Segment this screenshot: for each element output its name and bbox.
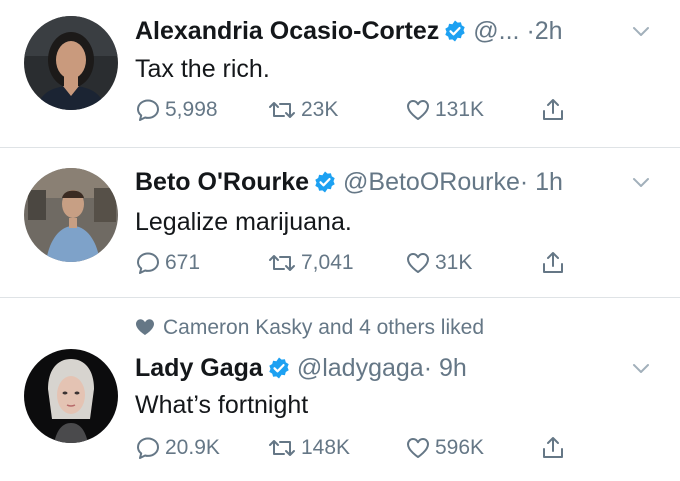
like-icon — [405, 250, 431, 276]
share-button[interactable] — [540, 431, 570, 465]
tweet-text: Legalize marijuana. — [135, 208, 352, 236]
like-button[interactable]: 131K — [405, 93, 484, 127]
like-icon — [405, 435, 431, 461]
retweet-icon — [267, 435, 297, 461]
retweet-count: 148K — [301, 436, 351, 459]
tweet-header: Beto O'Rourke @BetoORourke· 1h — [135, 165, 650, 199]
share-button[interactable] — [540, 246, 570, 280]
verified-badge-icon — [443, 19, 467, 43]
reply-count: 671 — [165, 251, 201, 274]
timestamp[interactable]: 1h — [535, 168, 563, 196]
reply-button[interactable]: 5,998 — [135, 93, 218, 127]
reply-icon — [135, 97, 161, 123]
chevron-down-icon[interactable] — [632, 26, 650, 38]
reply-icon — [135, 435, 161, 461]
social-context[interactable]: Cameron Kasky and 4 others liked — [135, 315, 484, 341]
reply-icon — [135, 250, 161, 276]
like-button[interactable]: 596K — [405, 431, 484, 465]
reply-button[interactable]: 20.9K — [135, 431, 220, 465]
tweet-actions: 671 7,041 31K — [135, 246, 595, 280]
like-icon — [405, 97, 431, 123]
author-handle[interactable]: @ladygaga — [297, 354, 424, 382]
social-context-text: Cameron Kasky and 4 others liked — [163, 316, 484, 339]
verified-badge-icon — [313, 170, 337, 194]
verified-badge-icon — [267, 356, 291, 380]
author-name[interactable]: Beto O'Rourke — [135, 168, 309, 196]
tweet-header: Lady Gaga @ladygaga· 9h — [135, 351, 650, 385]
author-handle[interactable]: @... — [473, 17, 519, 45]
like-count: 596K — [435, 436, 485, 459]
reply-count: 5,998 — [165, 98, 218, 121]
share-icon — [540, 435, 566, 461]
retweet-button[interactable]: 23K — [267, 93, 338, 127]
separator-dot: · — [423, 354, 433, 382]
separator-dot: · — [519, 168, 529, 196]
timestamp[interactable]: 2h — [535, 17, 563, 45]
retweet-count: 23K — [301, 98, 339, 121]
like-button[interactable]: 31K — [405, 246, 472, 280]
tweet-text: What’s fortnight — [135, 391, 309, 419]
share-icon — [540, 250, 566, 276]
reply-count: 20.9K — [165, 436, 220, 459]
avatar[interactable] — [24, 16, 118, 110]
tweet-header: Alexandria Ocasio-Cortez @... ·2h — [135, 14, 650, 48]
separator-dot: · — [526, 17, 535, 45]
retweet-count: 7,041 — [301, 251, 354, 274]
avatar[interactable] — [24, 349, 118, 443]
share-button[interactable] — [540, 93, 570, 127]
timestamp[interactable]: 9h — [439, 354, 467, 382]
chevron-down-icon[interactable] — [632, 177, 650, 189]
retweet-button[interactable]: 7,041 — [267, 246, 354, 280]
retweet-icon — [267, 97, 297, 123]
tweet-actions: 5,998 23K 131K — [135, 93, 595, 127]
tweet[interactable]: Cameron Kasky and 4 others liked Lady Ga… — [0, 298, 680, 481]
share-icon — [540, 97, 566, 123]
like-count: 131K — [435, 98, 485, 121]
tweet[interactable]: Alexandria Ocasio-Cortez @... ·2h Tax the… — [0, 0, 680, 147]
tweet-text: Tax the rich. — [135, 55, 270, 83]
author-name[interactable]: Lady Gaga — [135, 354, 263, 382]
avatar[interactable] — [24, 168, 118, 262]
author-handle[interactable]: @BetoORourke — [343, 168, 520, 196]
retweet-icon — [267, 250, 297, 276]
like-count: 31K — [435, 251, 473, 274]
heart-icon — [136, 319, 154, 335]
tweet[interactable]: Beto O'Rourke @BetoORourke· 1h Legalize m… — [0, 148, 680, 297]
author-name[interactable]: Alexandria Ocasio-Cortez — [135, 17, 439, 45]
tweet-actions: 20.9K 148K 596K — [135, 431, 595, 465]
reply-button[interactable]: 671 — [135, 246, 200, 280]
chevron-down-icon[interactable] — [632, 363, 650, 375]
retweet-button[interactable]: 148K — [267, 431, 350, 465]
